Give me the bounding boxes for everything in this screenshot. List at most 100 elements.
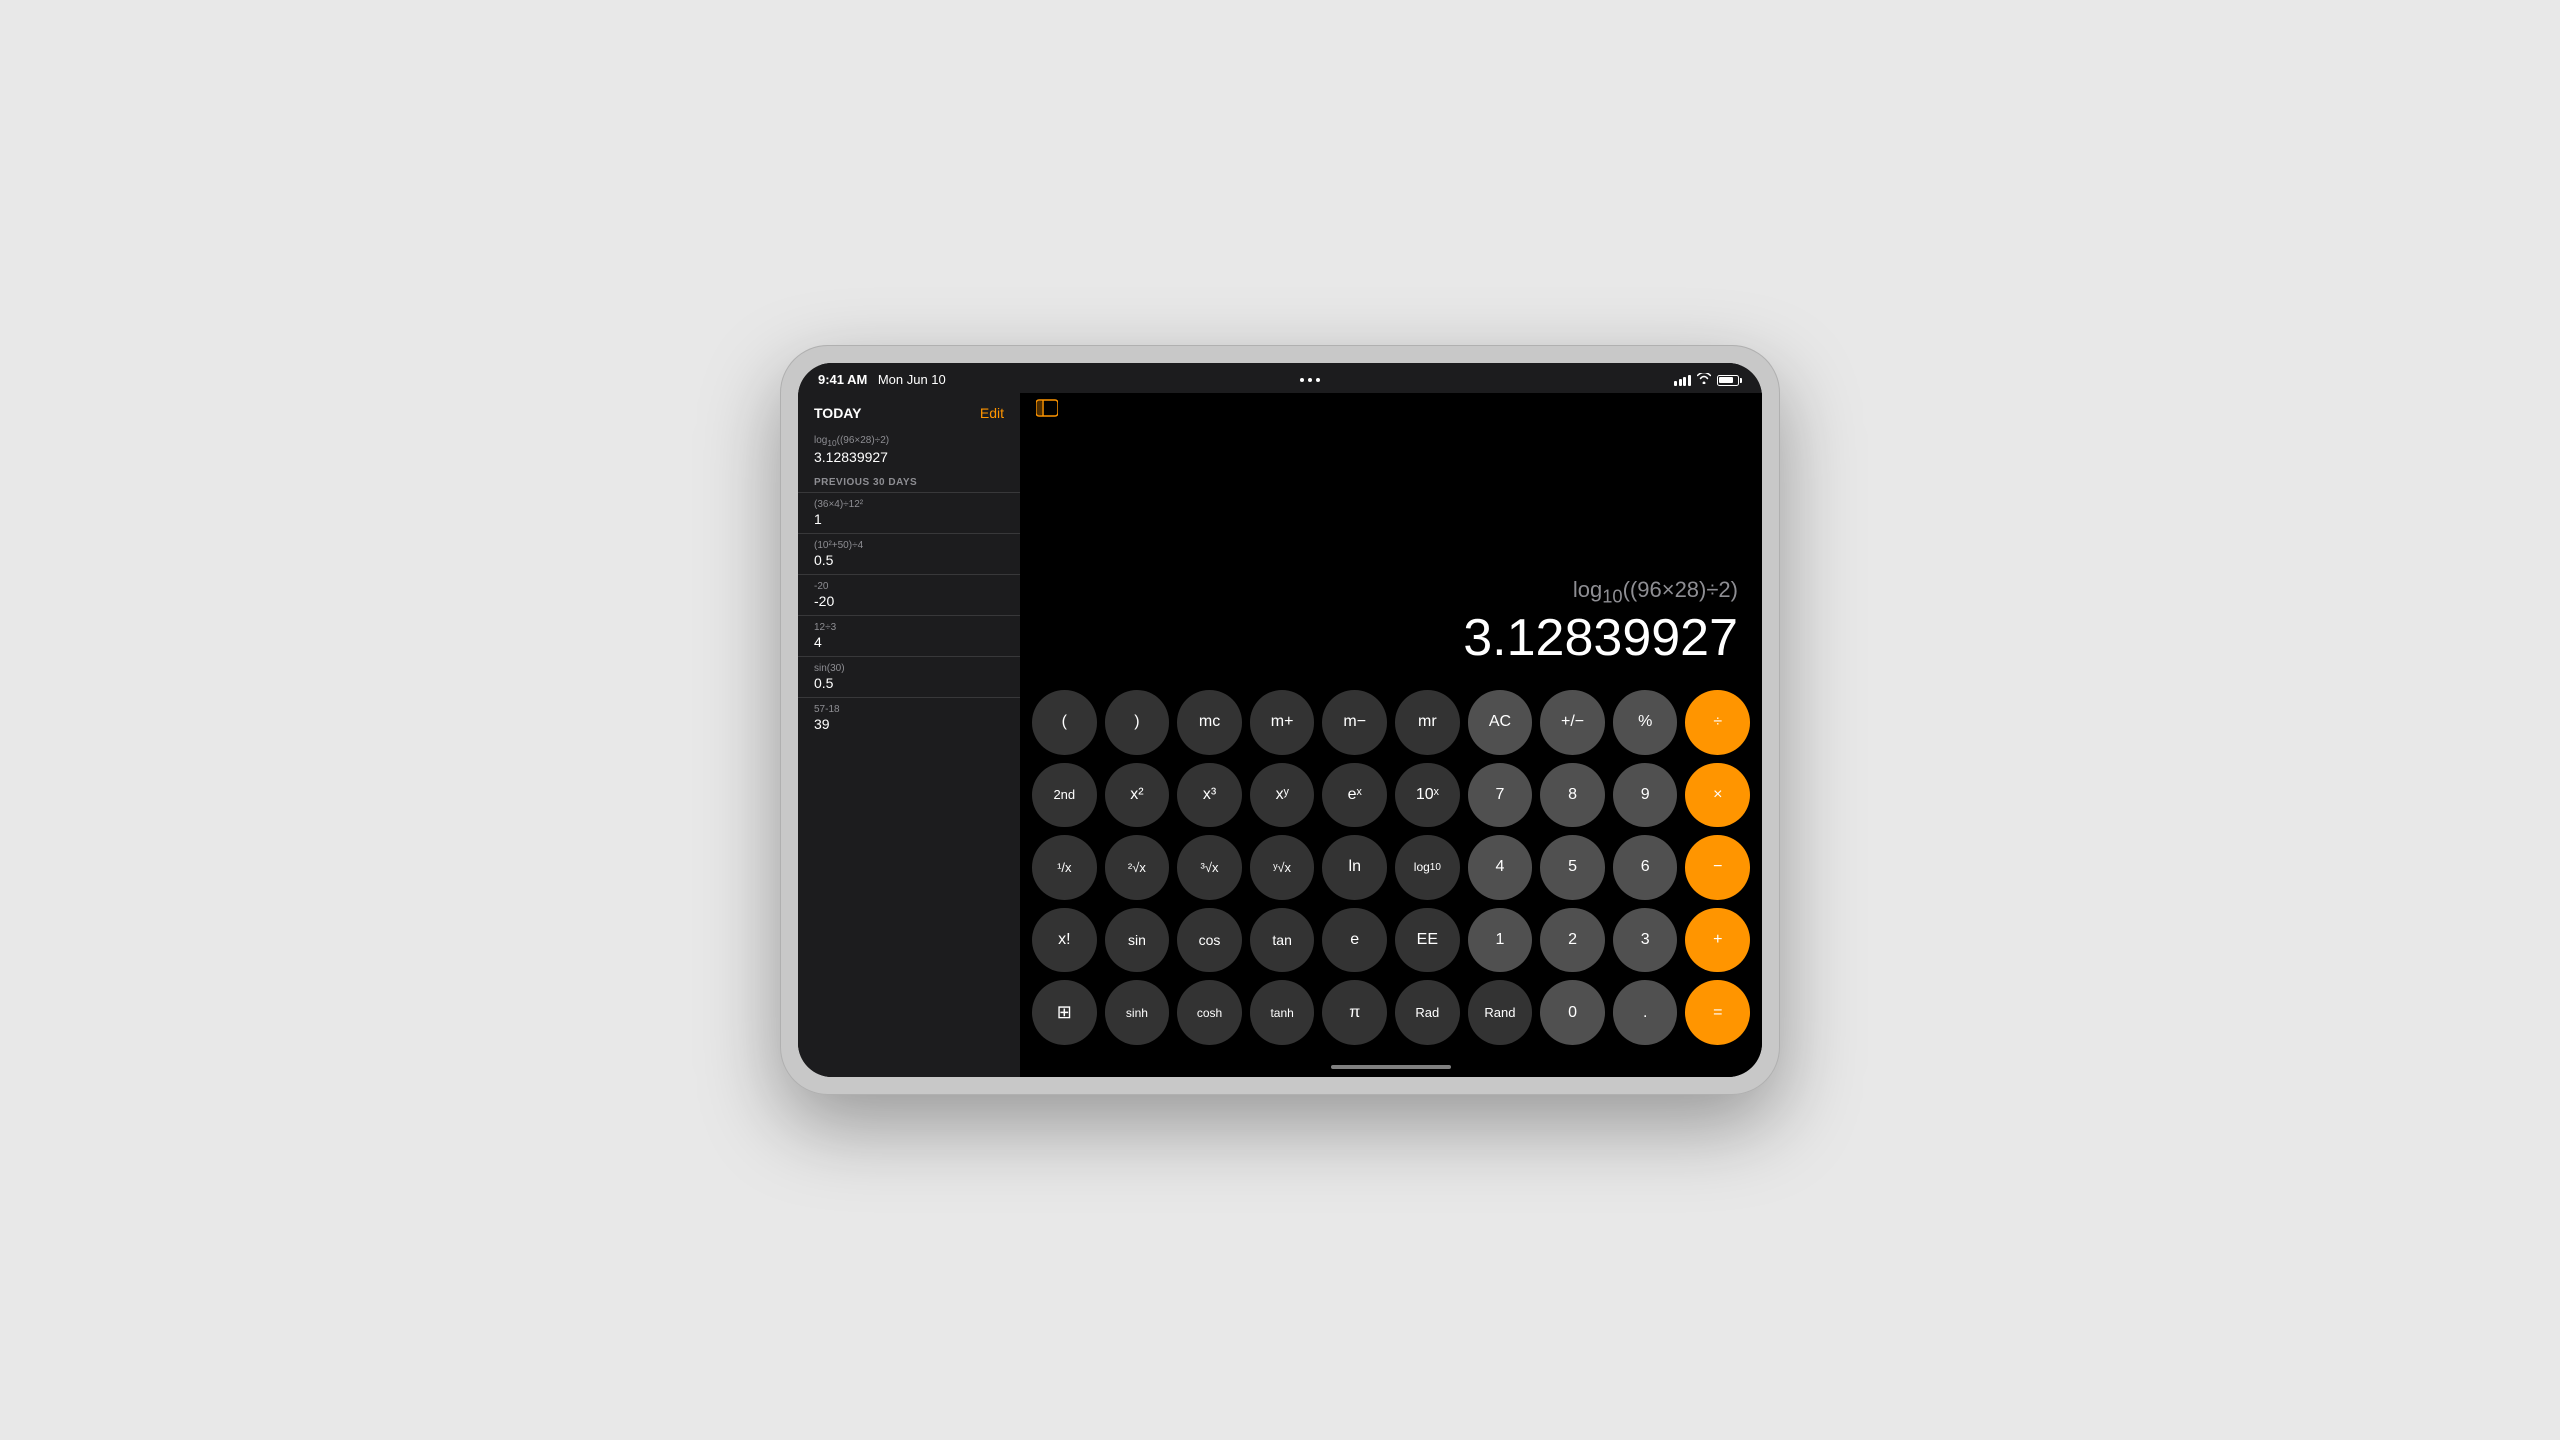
sidebar-toggle-icon[interactable]: [1036, 399, 1058, 422]
btn-2nd[interactable]: 2nd: [1032, 763, 1097, 828]
today-result-0: 3.12839927: [814, 449, 1004, 465]
btn-e-power-x[interactable]: eˣ: [1322, 763, 1387, 828]
btn-3[interactable]: 3: [1613, 908, 1678, 973]
btn-equals[interactable]: =: [1685, 980, 1750, 1045]
calculator: log10((96×28)÷2) 3.12839927 ( ) mc m+ m−…: [1020, 393, 1762, 1077]
toolbar: [1020, 393, 1762, 428]
btn-pi[interactable]: π: [1322, 980, 1387, 1045]
btn-5[interactable]: 5: [1540, 835, 1605, 900]
btn-8[interactable]: 8: [1540, 763, 1605, 828]
home-indicator: [1331, 1065, 1451, 1069]
btn-2[interactable]: 2: [1540, 908, 1605, 973]
today-history-item-0[interactable]: log10((96×28)÷2) 3.12839927: [798, 429, 1020, 471]
btn-7[interactable]: 7: [1468, 763, 1533, 828]
battery-icon: [1717, 375, 1742, 386]
history-item-3[interactable]: 12÷3 4: [798, 615, 1020, 656]
btn-sqrt-2[interactable]: ²√x: [1105, 835, 1170, 900]
btn-cos[interactable]: cos: [1177, 908, 1242, 973]
btn-cosh[interactable]: cosh: [1177, 980, 1242, 1045]
btn-6[interactable]: 6: [1613, 835, 1678, 900]
btn-e[interactable]: e: [1322, 908, 1387, 973]
btn-log10[interactable]: log10: [1395, 835, 1460, 900]
main-content: TODAY Edit log10((96×28)÷2) 3.12839927 P…: [798, 393, 1762, 1077]
buttons-grid: ( ) mc m+ m− mr AC +/− % ÷ 2nd x² x³ xʸ …: [1020, 682, 1762, 1065]
btn-tan[interactable]: tan: [1250, 908, 1315, 973]
previous-section-label: PREVIOUS 30 DAYS: [798, 471, 1020, 492]
bar4: [1688, 375, 1691, 386]
ipad-screen: 9:41 AM Mon Jun 10: [798, 363, 1762, 1077]
btn-9[interactable]: 9: [1613, 763, 1678, 828]
history-item-0[interactable]: (36×4)÷12² 1: [798, 492, 1020, 533]
status-time: 9:41 AM: [818, 372, 867, 387]
btn-m-minus[interactable]: m−: [1322, 690, 1387, 755]
calculator-display: log10((96×28)÷2) 3.12839927: [1020, 428, 1762, 682]
btn-add[interactable]: +: [1685, 908, 1750, 973]
history-item-2[interactable]: -20 -20: [798, 574, 1020, 615]
dot1: [1300, 378, 1304, 382]
btn-0[interactable]: 0: [1540, 980, 1605, 1045]
bar1: [1674, 381, 1677, 386]
btn-close-paren[interactable]: ): [1105, 690, 1170, 755]
btn-ee[interactable]: EE: [1395, 908, 1460, 973]
sidebar: TODAY Edit log10((96×28)÷2) 3.12839927 P…: [798, 393, 1020, 1077]
bar2: [1679, 379, 1682, 386]
history-result-3: 4: [814, 634, 1004, 650]
status-center-dots: [1300, 378, 1320, 382]
btn-open-paren[interactable]: (: [1032, 690, 1097, 755]
history-expression-4: sin(30): [814, 663, 1004, 674]
btn-m-plus[interactable]: m+: [1250, 690, 1315, 755]
btn-mc[interactable]: mc: [1177, 690, 1242, 755]
history-expression-2: -20: [814, 581, 1004, 592]
wifi-icon: [1697, 373, 1711, 387]
history-expression-1: (10²+50)÷4: [814, 540, 1004, 551]
history-result-5: 39: [814, 716, 1004, 732]
btn-reciprocal[interactable]: ¹/x: [1032, 835, 1097, 900]
btn-tanh[interactable]: tanh: [1250, 980, 1315, 1045]
dot3: [1316, 378, 1320, 382]
sidebar-header: TODAY Edit: [798, 393, 1020, 429]
btn-rand[interactable]: Rand: [1468, 980, 1533, 1045]
btn-10-power-x[interactable]: 10ˣ: [1395, 763, 1460, 828]
btn-sin[interactable]: sin: [1105, 908, 1170, 973]
history-expression-5: 57-18: [814, 704, 1004, 715]
btn-ln[interactable]: ln: [1322, 835, 1387, 900]
display-result: 3.12839927: [1463, 611, 1738, 666]
btn-mr[interactable]: mr: [1395, 690, 1460, 755]
sidebar-title: TODAY: [814, 405, 861, 421]
btn-x-cubed[interactable]: x³: [1177, 763, 1242, 828]
history-result-1: 0.5: [814, 552, 1004, 568]
btn-subtract[interactable]: −: [1685, 835, 1750, 900]
history-list: log10((96×28)÷2) 3.12839927 PREVIOUS 30 …: [798, 429, 1020, 1077]
btn-plus-minus[interactable]: +/−: [1540, 690, 1605, 755]
btn-sinh[interactable]: sinh: [1105, 980, 1170, 1045]
history-item-4[interactable]: sin(30) 0.5: [798, 656, 1020, 697]
btn-divide[interactable]: ÷: [1685, 690, 1750, 755]
btn-decimal[interactable]: .: [1613, 980, 1678, 1045]
btn-ac[interactable]: AC: [1468, 690, 1533, 755]
dot2: [1308, 378, 1312, 382]
history-result-0: 1: [814, 511, 1004, 527]
display-expression: log10((96×28)÷2): [1573, 577, 1738, 607]
status-date: Mon Jun 10: [878, 372, 946, 387]
btn-rad[interactable]: Rad: [1395, 980, 1460, 1045]
btn-grid[interactable]: ⊞: [1032, 980, 1097, 1045]
btn-1[interactable]: 1: [1468, 908, 1533, 973]
history-expression-3: 12÷3: [814, 622, 1004, 633]
btn-percent[interactable]: %: [1613, 690, 1678, 755]
btn-multiply[interactable]: ×: [1685, 763, 1750, 828]
edit-button[interactable]: Edit: [980, 405, 1004, 421]
status-time-date: 9:41 AM Mon Jun 10: [818, 371, 946, 389]
btn-x-power-y[interactable]: xʸ: [1250, 763, 1315, 828]
history-result-2: -20: [814, 593, 1004, 609]
history-item-1[interactable]: (10²+50)÷4 0.5: [798, 533, 1020, 574]
btn-x-squared[interactable]: x²: [1105, 763, 1170, 828]
btn-4[interactable]: 4: [1468, 835, 1533, 900]
btn-sqrt-3[interactable]: ³√x: [1177, 835, 1242, 900]
btn-factorial[interactable]: x!: [1032, 908, 1097, 973]
signal-bars-icon: [1674, 375, 1691, 386]
history-item-5[interactable]: 57-18 39: [798, 697, 1020, 738]
status-right: [1674, 373, 1742, 387]
btn-sqrt-y[interactable]: ʸ√x: [1250, 835, 1315, 900]
history-result-4: 0.5: [814, 675, 1004, 691]
history-expression-0: (36×4)÷12²: [814, 499, 1004, 510]
